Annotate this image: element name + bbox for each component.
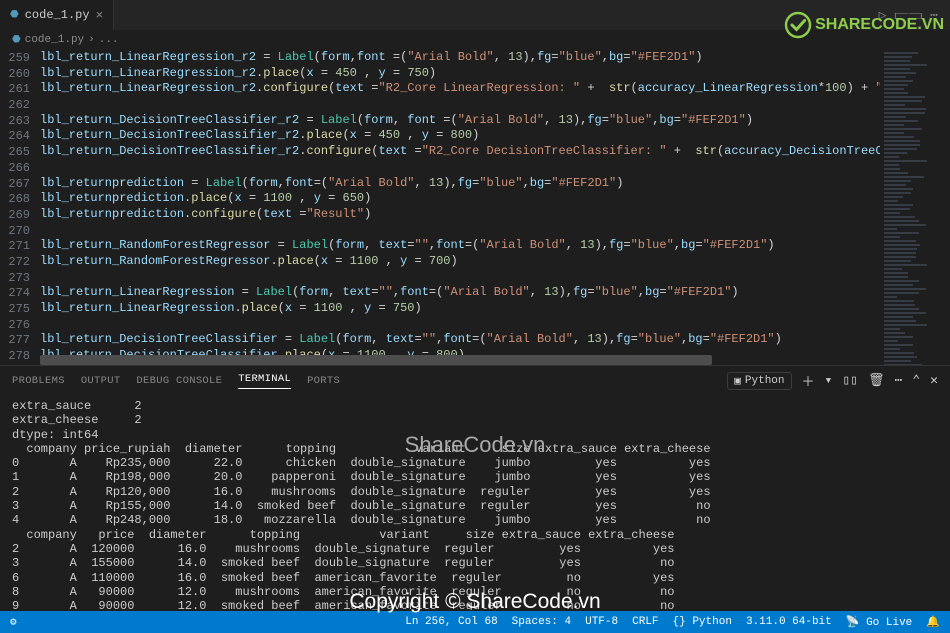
scroll-thumb[interactable]: [40, 355, 712, 365]
status-golive[interactable]: 📡 Go Live: [846, 615, 913, 629]
tab-label: code_1.py: [25, 8, 90, 22]
status-encoding[interactable]: UTF-8: [585, 616, 618, 628]
remote-icon[interactable]: ⚙: [10, 615, 17, 629]
tab-debug-console[interactable]: DEBUG CONSOLE: [136, 375, 222, 387]
close-panel-icon[interactable]: ✕: [930, 373, 938, 388]
code-line[interactable]: [40, 160, 880, 176]
python-file-icon: ⬣: [12, 34, 21, 46]
tab-problems[interactable]: PROBLEMS: [12, 375, 65, 387]
tab-close-icon[interactable]: ×: [96, 8, 104, 23]
breadcrumb-symbol[interactable]: ...: [99, 34, 119, 46]
maximize-panel-icon[interactable]: ⌃: [912, 373, 920, 388]
terminal-profile-dropdown[interactable]: ▣ Python: [727, 372, 791, 390]
code-line[interactable]: [40, 270, 880, 286]
panel-tabs: PROBLEMS OUTPUT DEBUG CONSOLE TERMINAL P…: [0, 365, 950, 395]
status-interpreter[interactable]: 3.11.0 64-bit: [746, 616, 832, 628]
code-line[interactable]: lbl_returnprediction = Label(form,font=(…: [40, 176, 880, 192]
editor-actions: ▷ ⫍⫎ ⋯: [879, 8, 950, 23]
line-number-gutter: 2592602612622632642652662672682692702712…: [0, 50, 40, 365]
code-line[interactable]: lbl_return_DecisionTreeClassifier_r2.pla…: [40, 128, 880, 144]
tab-output[interactable]: OUTPUT: [81, 375, 121, 387]
more-actions-icon[interactable]: ⋯: [930, 8, 938, 23]
breadcrumb-file[interactable]: code_1.py: [25, 34, 84, 46]
code-line[interactable]: lbl_return_LinearRegression_r2.configure…: [40, 81, 880, 97]
status-language[interactable]: {} Python: [673, 616, 732, 628]
code-line[interactable]: lbl_return_DecisionTreeClassifier = Labe…: [40, 332, 880, 348]
editor-area: 2592602612622632642652662672682692702712…: [0, 50, 950, 365]
status-indent[interactable]: Spaces: 4: [512, 616, 571, 628]
code-line[interactable]: lbl_return_LinearRegression_r2 = Label(f…: [40, 50, 880, 66]
status-eol[interactable]: CRLF: [632, 616, 658, 628]
split-terminal-icon[interactable]: ▯▯: [842, 373, 858, 388]
tab-bar: ⬣ code_1.py × ▷ ⫍⫎ ⋯: [0, 0, 950, 30]
code-content[interactable]: lbl_return_LinearRegression_r2 = Label(f…: [40, 50, 880, 365]
code-line[interactable]: lbl_returnprediction.configure(text ="Re…: [40, 207, 880, 223]
code-line[interactable]: lbl_return_DecisionTreeClassifier_r2 = L…: [40, 113, 880, 129]
tab-terminal[interactable]: TERMINAL: [238, 373, 291, 389]
python-file-icon: ⬣: [10, 9, 19, 21]
notifications-icon[interactable]: 🔔: [926, 615, 940, 629]
shell-icon: ▣: [734, 374, 741, 388]
minimap[interactable]: [880, 50, 950, 365]
code-line[interactable]: lbl_return_RandomForestRegressor.place(x…: [40, 254, 880, 270]
chevron-right-icon: ›: [88, 34, 95, 46]
code-line[interactable]: lbl_return_LinearRegression_r2.place(x =…: [40, 66, 880, 82]
code-line[interactable]: lbl_return_RandomForestRegressor = Label…: [40, 238, 880, 254]
editor-h-scrollbar[interactable]: [40, 355, 880, 365]
more-icon[interactable]: ⋯: [895, 373, 903, 388]
terminal-output[interactable]: extra_sauce 2 extra_cheese 2 dtype: int6…: [0, 395, 950, 610]
new-terminal-icon[interactable]: ＋: [802, 371, 815, 390]
code-line[interactable]: lbl_return_LinearRegression = Label(form…: [40, 285, 880, 301]
run-icon[interactable]: ▷: [879, 8, 887, 23]
status-bar: ⚙ Ln 256, Col 68 Spaces: 4 UTF-8 CRLF {}…: [0, 611, 950, 633]
code-line[interactable]: [40, 223, 880, 239]
status-cursor-pos[interactable]: Ln 256, Col 68: [405, 616, 497, 628]
editor-tab[interactable]: ⬣ code_1.py ×: [0, 0, 114, 30]
chevron-down-icon[interactable]: ▾: [825, 373, 833, 388]
code-line[interactable]: lbl_returnprediction.place(x = 1100 , y …: [40, 191, 880, 207]
split-editor-icon[interactable]: ⫍⫎: [895, 8, 923, 23]
breadcrumb[interactable]: ⬣ code_1.py › ...: [0, 30, 950, 50]
code-line[interactable]: [40, 317, 880, 333]
tab-ports[interactable]: PORTS: [307, 375, 340, 387]
code-line[interactable]: lbl_return_LinearRegression.place(x = 11…: [40, 301, 880, 317]
code-line[interactable]: lbl_return_DecisionTreeClassifier_r2.con…: [40, 144, 880, 160]
kill-terminal-icon[interactable]: 🗑: [868, 373, 885, 388]
code-line[interactable]: [40, 97, 880, 113]
